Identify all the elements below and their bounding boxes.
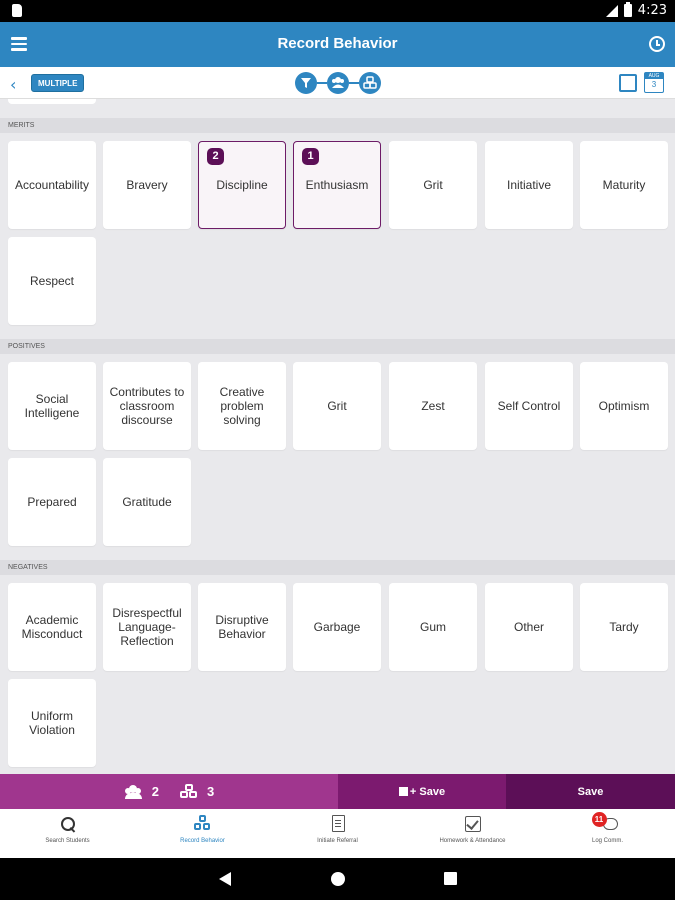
battery-icon <box>623 2 632 17</box>
page-title: Record Behavior <box>277 35 398 52</box>
nav-recents-icon[interactable] <box>444 872 457 885</box>
behavior-tile[interactable]: Gum <box>389 583 477 671</box>
behavior-tile[interactable]: Disruptive Behavior <box>198 583 286 671</box>
section-header-merits: MERITS <box>0 118 675 133</box>
tab-log-comm[interactable]: 11 Log Comm. <box>540 809 675 858</box>
nav-back-icon[interactable] <box>219 872 231 886</box>
behavior-tile[interactable]: Zest <box>389 362 477 450</box>
search-icon <box>59 815 77 833</box>
tab-record-behavior[interactable]: Record Behavior <box>135 809 270 858</box>
save-button[interactable]: Save <box>506 774 675 809</box>
section-header-positives: POSITIVES <box>0 339 675 354</box>
multiple-button[interactable]: MULTIPLE <box>31 74 85 92</box>
notification-badge: 11 <box>591 812 607 827</box>
cubes-icon <box>193 815 212 833</box>
app-bar: Record Behavior <box>0 22 675 67</box>
students-icon[interactable] <box>327 72 349 94</box>
action-bar: 2 3 + Save Save <box>0 774 675 809</box>
behaviors-icon <box>179 784 199 799</box>
behavior-tile-selected[interactable]: 2 Discipline <box>198 141 286 229</box>
step-connector <box>317 82 327 84</box>
tab-search-students[interactable]: Search Students <box>0 809 135 858</box>
behavior-tile[interactable]: Maturity <box>580 141 668 229</box>
status-bar: 4:23 <box>0 0 675 22</box>
workflow-steps <box>295 72 381 94</box>
behavior-tile[interactable]: Tardy <box>580 583 668 671</box>
behavior-tile[interactable]: Garbage <box>293 583 381 671</box>
behavior-tile[interactable]: Initiative <box>485 141 573 229</box>
students-icon <box>124 784 144 799</box>
checkbox-icon <box>464 815 482 833</box>
student-count: 2 <box>151 784 159 799</box>
behavior-list[interactable]: MERITS Accountability Bravery 2 Disciplin… <box>0 99 675 774</box>
behavior-tile[interactable]: Accountability <box>8 141 96 229</box>
count-badge: 1 <box>302 148 319 165</box>
behavior-tile[interactable]: Disrespectful Language-Reflection <box>103 583 191 671</box>
calendar-icon[interactable]: AUG 3 <box>644 72 664 93</box>
back-chevron-icon[interactable]: ‹ <box>10 75 16 94</box>
behavior-tile-selected[interactable]: 1 Enthusiasm <box>293 141 381 229</box>
system-nav-bar <box>0 858 675 900</box>
count-badge: 2 <box>207 148 224 165</box>
section-header-negatives: NEGATIVES <box>0 560 675 575</box>
behavior-tile[interactable]: Prepared <box>8 458 96 546</box>
signal-icon <box>605 4 618 17</box>
behavior-tile[interactable]: Creative problem solving <box>198 362 286 450</box>
calendar-day: 3 <box>651 80 657 89</box>
behavior-tile[interactable]: Other <box>485 583 573 671</box>
toolbar: ‹ MULTIPLE AUG 3 <box>0 67 675 99</box>
note-icon[interactable] <box>619 74 637 92</box>
filter-icon[interactable] <box>295 72 317 94</box>
nav-home-icon[interactable] <box>331 872 345 886</box>
behavior-tile[interactable]: Grit <box>389 141 477 229</box>
behavior-count: 3 <box>207 784 215 799</box>
status-time: 4:23 <box>637 3 667 18</box>
behavior-tile[interactable]: Gratitude <box>103 458 191 546</box>
document-icon <box>329 815 347 833</box>
tab-homework-attendance[interactable]: Homework & Attendance <box>405 809 540 858</box>
behavior-tile[interactable]: Optimism <box>580 362 668 450</box>
tab-bar: Search Students Record Behavior Initiate… <box>0 809 675 858</box>
behaviors-icon[interactable] <box>359 72 381 94</box>
previous-section-tile <box>8 99 96 104</box>
sd-card-icon <box>12 4 22 17</box>
clock-icon[interactable] <box>649 36 665 52</box>
behavior-tile[interactable]: Social Intelligene <box>8 362 96 450</box>
selection-summary: 2 3 <box>0 774 338 809</box>
tab-initiate-referral[interactable]: Initiate Referral <box>270 809 405 858</box>
behavior-tile[interactable]: Self Control <box>485 362 573 450</box>
behavior-tile[interactable]: Bravery <box>103 141 191 229</box>
behavior-tile[interactable]: Academic Misconduct <box>8 583 96 671</box>
save-and-add-note-button[interactable]: + Save <box>338 774 506 809</box>
behavior-tile[interactable]: Contributes to classroom discourse <box>103 362 191 450</box>
note-icon <box>398 787 408 796</box>
behavior-tile[interactable]: Uniform Violation <box>8 679 96 767</box>
step-connector <box>349 82 359 84</box>
behavior-tile[interactable]: Grit <box>293 362 381 450</box>
behavior-tile[interactable]: Respect <box>8 237 96 325</box>
